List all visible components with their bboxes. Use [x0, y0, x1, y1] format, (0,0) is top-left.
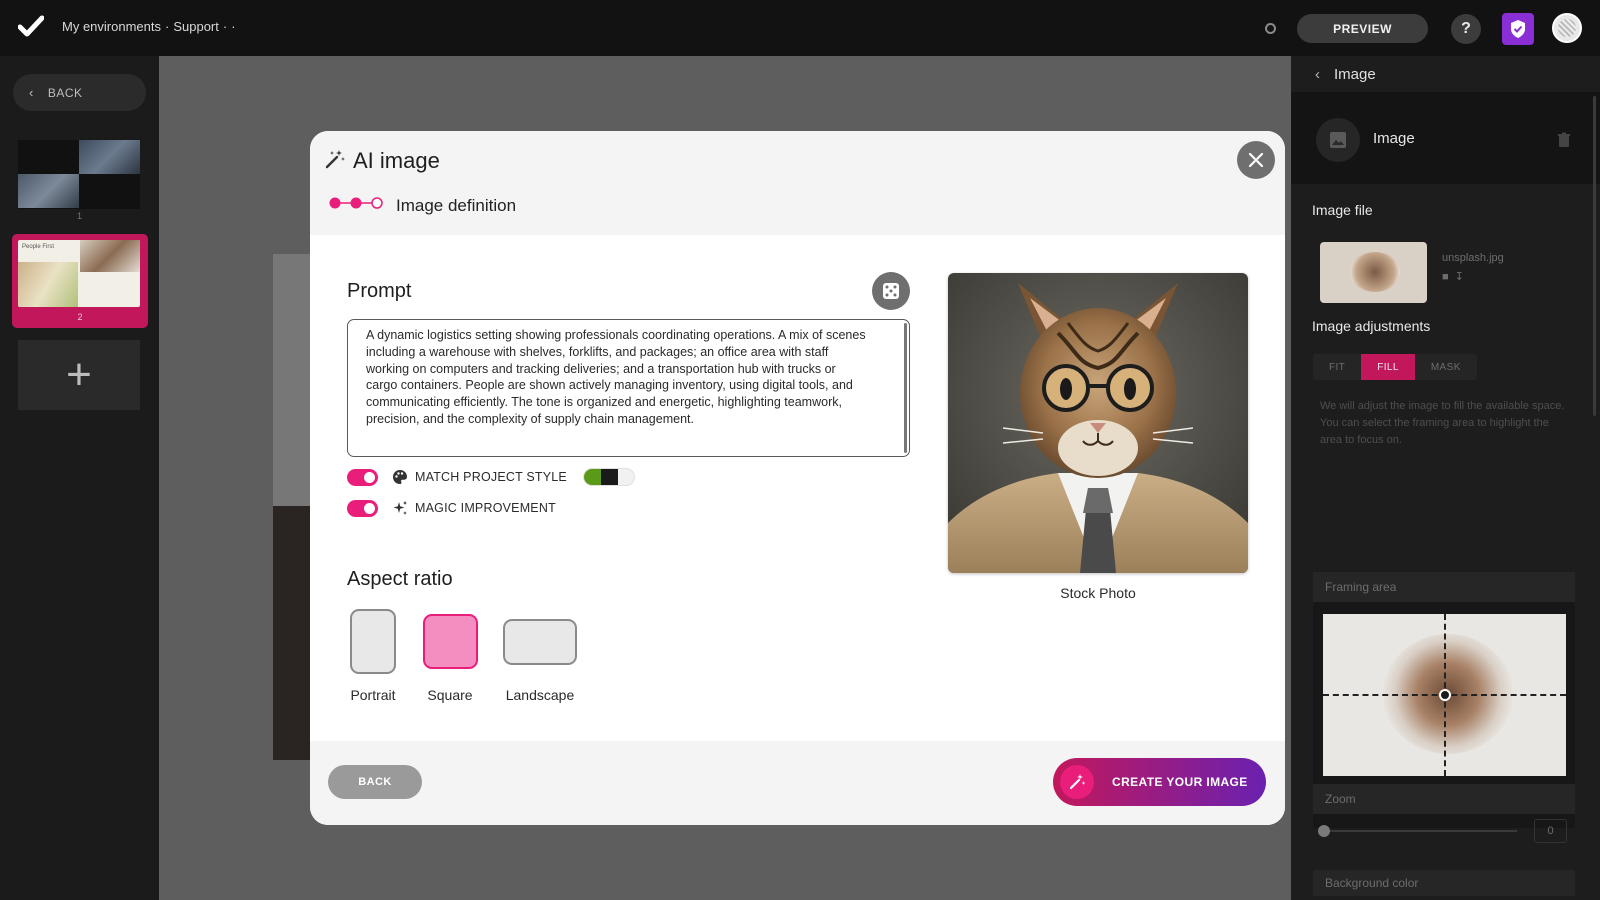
slide-title: People First [22, 244, 55, 250]
zoom-slider-handle[interactable] [1318, 825, 1330, 837]
zoom-label: Zoom [1313, 784, 1575, 814]
close-icon [1249, 153, 1263, 167]
magic-improvement-option: MAGIC IMPROVEMENT [347, 499, 556, 517]
download-icon[interactable]: ↧ [1455, 271, 1470, 283]
back-label: BACK [47, 85, 83, 100]
breadcrumb-separator: · [231, 19, 236, 34]
avatar[interactable] [1552, 13, 1582, 43]
add-slide-button[interactable]: + [18, 340, 140, 410]
magic-wand-icon [325, 150, 345, 169]
step-progress-indicator [329, 197, 383, 209]
trash-icon[interactable]: ■ [1442, 271, 1455, 283]
aspect-portrait-option[interactable] [350, 609, 396, 674]
adjust-description: We will adjust the image to fill the ava… [1320, 400, 1565, 446]
match-style-option: MATCH PROJECT STYLE [347, 468, 635, 486]
prompt-textarea[interactable]: A dynamic logistics setting showing prof… [347, 319, 910, 457]
slide-preview: People First [18, 240, 140, 307]
random-prompt-button[interactable] [872, 272, 910, 310]
slide-number: 1 [76, 211, 82, 221]
trash-icon[interactable] [1556, 132, 1572, 148]
match-style-label: MATCH PROJECT STYLE [415, 470, 567, 484]
palette-icon [393, 470, 407, 484]
aspect-square-label: Square [427, 687, 473, 703]
slide-image [79, 140, 140, 174]
aspect-landscape-option[interactable] [503, 619, 577, 665]
magic-improvement-label: MAGIC IMPROVEMENT [415, 501, 556, 515]
dialog-footer: BACK CREATE YOUR IMAGE [310, 741, 1285, 825]
close-button[interactable] [1237, 141, 1275, 179]
aspect-landscape-label: Landscape [505, 687, 575, 703]
slide-image [80, 240, 140, 272]
image-icon [1316, 118, 1360, 162]
mode-fit[interactable]: FIT [1313, 354, 1361, 380]
element-row: Image [1291, 92, 1600, 184]
aspect-square-option[interactable] [423, 614, 478, 669]
preview-caption: Stock Photo [1060, 585, 1136, 601]
ai-image-dialog: AI image Image definition Prompt A dynam… [310, 131, 1285, 825]
help-button[interactable]: ? [1451, 14, 1481, 44]
breadcrumb-separator: · [164, 19, 170, 34]
background-color-label: Background color [1313, 870, 1575, 896]
image-file-title: Image file [1312, 202, 1373, 218]
checkmark-logo-icon[interactable] [18, 14, 44, 40]
cat-portrait-image [948, 273, 1248, 573]
sync-status-icon [1265, 23, 1276, 34]
element-label: Image [1373, 130, 1415, 147]
file-name: unsplash.jpg [1442, 252, 1504, 264]
breadcrumb-separator: · [222, 19, 228, 34]
framing-label: Framing area [1313, 572, 1575, 602]
create-image-button[interactable]: CREATE YOUR IMAGE [1053, 758, 1266, 806]
match-style-toggle[interactable] [347, 468, 378, 486]
image-adjustments-title: Image adjustments [1312, 318, 1431, 334]
breadcrumb-environments[interactable]: My environments [62, 19, 161, 34]
top-bar: My environments · Support · · PREVIEW ? [0, 0, 1600, 56]
slides-panel: ‹ BACK 1 People First 2 + [0, 56, 159, 900]
step-label: Image definition [396, 196, 517, 215]
verified-badge-icon[interactable] [1502, 13, 1534, 45]
image-file-thumbnail[interactable] [1320, 242, 1427, 303]
breadcrumb: My environments · Support · · [62, 19, 240, 34]
breadcrumb-support[interactable]: Support [173, 19, 219, 34]
panel-scrollbar[interactable] [1593, 96, 1596, 416]
dialog-title: AI image [353, 148, 440, 173]
canvas-slide-image[interactable] [273, 506, 313, 760]
dice-icon [883, 283, 899, 299]
properties-panel: ‹ Image Image Image file unsplash.jpg ■↧… [1291, 56, 1600, 900]
chevron-left-icon: ‹ [29, 85, 34, 100]
dialog-header: AI image Image definition [310, 131, 1285, 235]
preview-button[interactable]: PREVIEW [1297, 14, 1428, 43]
prompt-scrollbar[interactable] [904, 323, 907, 453]
create-image-label: CREATE YOUR IMAGE [1112, 775, 1248, 789]
slide-image [18, 174, 79, 208]
framing-image[interactable] [1323, 614, 1566, 776]
slide-thumbnail-2-selected[interactable]: People First 2 [12, 234, 148, 328]
generated-image-preview[interactable] [948, 273, 1248, 573]
panel-title: Image [1334, 65, 1376, 83]
chevron-left-icon[interactable]: ‹ [1315, 66, 1320, 83]
slide-number: 2 [77, 312, 83, 322]
slide-image [18, 262, 78, 307]
aspect-portrait-label: Portrait [350, 687, 396, 703]
adjust-mode-selector: FIT FILL MASK [1313, 354, 1477, 380]
sparkles-icon [393, 501, 407, 515]
slide-thumbnail-1[interactable] [18, 140, 140, 209]
style-color-swatch[interactable] [582, 468, 635, 486]
dialog-back-button[interactable]: BACK [328, 765, 422, 799]
file-actions: ■↧ [1442, 270, 1470, 283]
zoom-slider[interactable] [1318, 825, 1517, 837]
plus-icon: + [66, 350, 92, 399]
panel-header[interactable]: ‹ Image [1291, 56, 1600, 92]
mode-fill[interactable]: FILL [1361, 354, 1415, 380]
prompt-heading: Prompt [347, 280, 412, 302]
magic-wand-icon [1060, 765, 1094, 799]
focus-point-handle[interactable] [1439, 689, 1451, 701]
back-button[interactable]: ‹ BACK [13, 74, 146, 111]
mode-mask[interactable]: MASK [1415, 354, 1477, 380]
aspect-ratio-heading: Aspect ratio [347, 568, 453, 590]
zoom-value-input[interactable]: 0 [1534, 819, 1567, 843]
magic-improvement-toggle[interactable] [347, 499, 378, 517]
